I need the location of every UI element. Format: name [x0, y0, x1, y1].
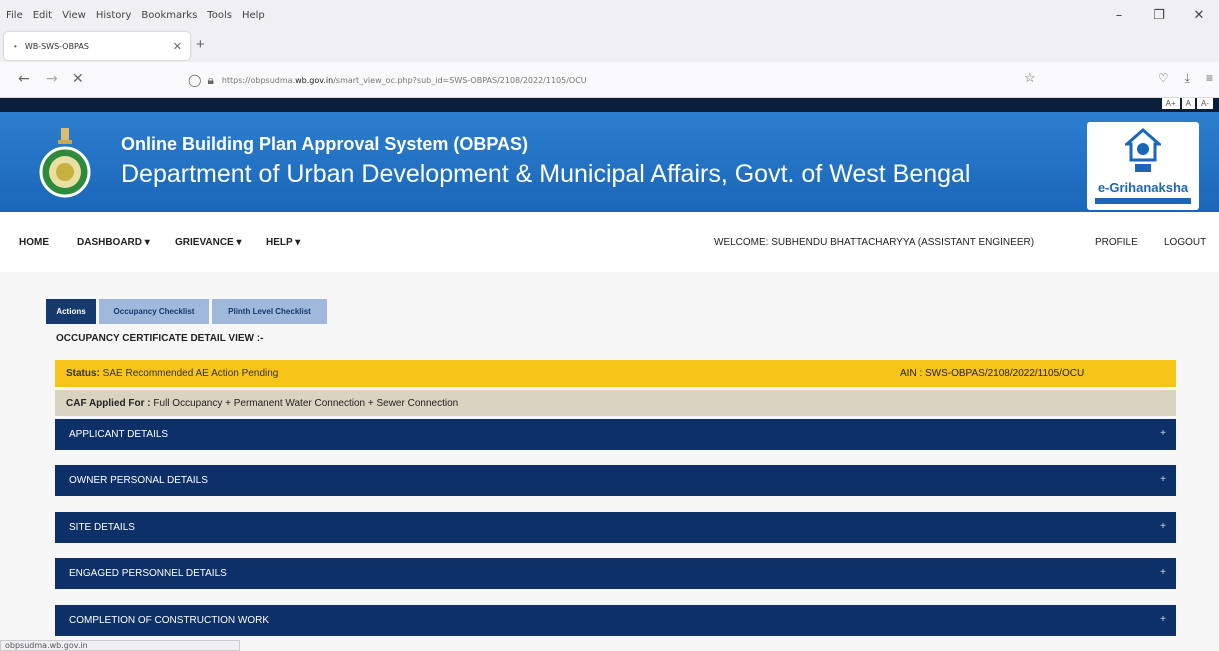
- accordion-label: ENGAGED PERSONNEL DETAILS: [69, 568, 227, 579]
- nav-home[interactable]: HOME: [19, 237, 49, 248]
- menu-tools[interactable]: Tools: [207, 10, 232, 21]
- nav-dashboard[interactable]: DASHBOARD ▾: [77, 237, 150, 248]
- minimize-icon[interactable]: –: [1099, 0, 1139, 30]
- top-strip: A+ A A-: [0, 98, 1219, 112]
- accordion-completion-of-construction-work[interactable]: COMPLETION OF CONSTRUCTION WORK +: [55, 605, 1176, 636]
- window-controls: – ❐ ✕: [1099, 0, 1219, 30]
- logo-text: e-Grihanaksha: [1097, 180, 1189, 195]
- ain-number: AIN : SWS-OBPAS/2108/2022/1105/OCU: [900, 368, 1085, 379]
- tab-favicon-icon: •: [14, 41, 17, 51]
- browser-navbar: ← → ✕ ◯ 🔒︎ https://obpsudma.wb.gov.in/sm…: [0, 62, 1219, 98]
- lock-icon[interactable]: 🔒︎: [207, 73, 213, 88]
- expand-icon[interactable]: +: [1160, 428, 1166, 439]
- welcome-text: WELCOME: SUBHENDU BHATTACHARYYA (ASSISTA…: [714, 237, 1035, 248]
- caf-value: Full Occupancy + Permanent Water Connect…: [150, 397, 459, 409]
- new-tab-icon[interactable]: +: [196, 36, 205, 53]
- page-title: OCCUPANCY CERTIFICATE DETAIL VIEW :-: [56, 333, 264, 344]
- nav-grievance[interactable]: GRIEVANCE ▾: [175, 237, 242, 248]
- pocket-icon[interactable]: ♡: [1158, 71, 1169, 86]
- close-window-icon[interactable]: ✕: [1179, 0, 1219, 30]
- caf-label: CAF Applied For :: [66, 397, 151, 409]
- restore-icon[interactable]: ❐: [1139, 0, 1179, 30]
- accordion-label: SITE DETAILS: [69, 522, 135, 533]
- e-grihanaksha-logo: e-Grihanaksha: [1087, 122, 1199, 210]
- font-normal-button[interactable]: A: [1181, 98, 1195, 109]
- toolbar-icons: ♡ ⤓ ≡: [1158, 71, 1213, 86]
- caf-applied-bar: CAF Applied For : Full Occupancy + Perma…: [55, 390, 1176, 416]
- menu-help[interactable]: Help: [242, 10, 265, 21]
- tab-close-icon[interactable]: ✕: [173, 40, 182, 53]
- font-size-controls: A+ A A-: [1161, 98, 1213, 109]
- menu-file[interactable]: File: [6, 10, 23, 21]
- tab-plinth-level-checklist[interactable]: Plinth Level Checklist: [212, 299, 327, 324]
- expand-icon[interactable]: +: [1160, 474, 1166, 485]
- browser-tab[interactable]: • WB-SWS-OBPAS ✕: [4, 32, 190, 60]
- address-bar[interactable]: ◯ 🔒︎ https://obpsudma.wb.gov.in/smart_vi…: [188, 68, 1056, 92]
- site-header: Online Building Plan Approval System (OB…: [0, 112, 1219, 212]
- status-label: Status:: [66, 368, 100, 379]
- status-bar: Status: SAE Recommended AE Action Pendin…: [55, 360, 1176, 387]
- nav-profile[interactable]: PROFILE: [1095, 237, 1138, 248]
- main-content: Actions Occupancy Checklist Plinth Level…: [0, 272, 1219, 651]
- accordion-site-details[interactable]: SITE DETAILS +: [55, 512, 1176, 543]
- accordion-owner-personal-details[interactable]: OWNER PERSONAL DETAILS +: [55, 465, 1176, 496]
- logo-underline: [1095, 198, 1191, 204]
- font-increase-button[interactable]: A+: [1161, 98, 1180, 109]
- accordion-label: COMPLETION OF CONSTRUCTION WORK: [69, 615, 269, 626]
- browser-status-url: obpsudma.wb.gov.in: [0, 640, 240, 651]
- tab-occupancy-checklist[interactable]: Occupancy Checklist: [99, 299, 209, 324]
- accordion-label: APPLICANT DETAILS: [69, 429, 169, 440]
- menu-bookmarks[interactable]: Bookmarks: [141, 10, 197, 21]
- main-nav: HOME DASHBOARD ▾ GRIEVANCE ▾ HELP ▾ WELC…: [0, 212, 1219, 272]
- header-title: Online Building Plan Approval System (OB…: [121, 134, 529, 154]
- accordion-engaged-personnel-details[interactable]: ENGAGED PERSONNEL DETAILS +: [55, 558, 1176, 589]
- download-icon[interactable]: ⤓: [1185, 71, 1190, 86]
- bookmark-star-icon[interactable]: ☆: [1024, 70, 1036, 86]
- shield-icon[interactable]: ◯: [188, 73, 201, 87]
- status-value: SAE Recommended AE Action Pending: [99, 368, 279, 379]
- browser-menubar: File Edit View History Bookmarks Tools H…: [0, 0, 1219, 30]
- accordion-label: OWNER PERSONAL DETAILS: [69, 475, 208, 486]
- forward-icon[interactable]: →: [46, 71, 58, 87]
- expand-icon[interactable]: +: [1160, 521, 1166, 532]
- browser-tabbar: • WB-SWS-OBPAS ✕: [0, 30, 1219, 62]
- expand-icon[interactable]: +: [1160, 567, 1166, 578]
- menu-history[interactable]: History: [96, 10, 132, 21]
- house-logo-icon: [1125, 128, 1161, 172]
- menu-hamburger-icon[interactable]: ≡: [1206, 71, 1213, 86]
- header-subtitle: Department of Urban Development & Munici…: [121, 160, 971, 188]
- menu-edit[interactable]: Edit: [33, 10, 52, 21]
- stop-icon[interactable]: ✕: [72, 71, 84, 87]
- menu-view[interactable]: View: [62, 10, 86, 21]
- expand-icon[interactable]: +: [1160, 614, 1166, 625]
- font-decrease-button[interactable]: A-: [1197, 98, 1213, 109]
- nav-logout[interactable]: LOGOUT: [1164, 237, 1206, 248]
- back-icon[interactable]: ←: [18, 71, 30, 87]
- tab-actions[interactable]: Actions: [46, 299, 96, 324]
- nav-help[interactable]: HELP ▾: [266, 237, 300, 248]
- tab-title: WB-SWS-OBPAS: [24, 41, 89, 51]
- url-text[interactable]: https://obpsudma.wb.gov.in/smart_view_oc…: [222, 76, 587, 85]
- west-bengal-emblem-icon: [39, 128, 91, 198]
- accordion-applicant-details[interactable]: APPLICANT DETAILS +: [55, 419, 1176, 450]
